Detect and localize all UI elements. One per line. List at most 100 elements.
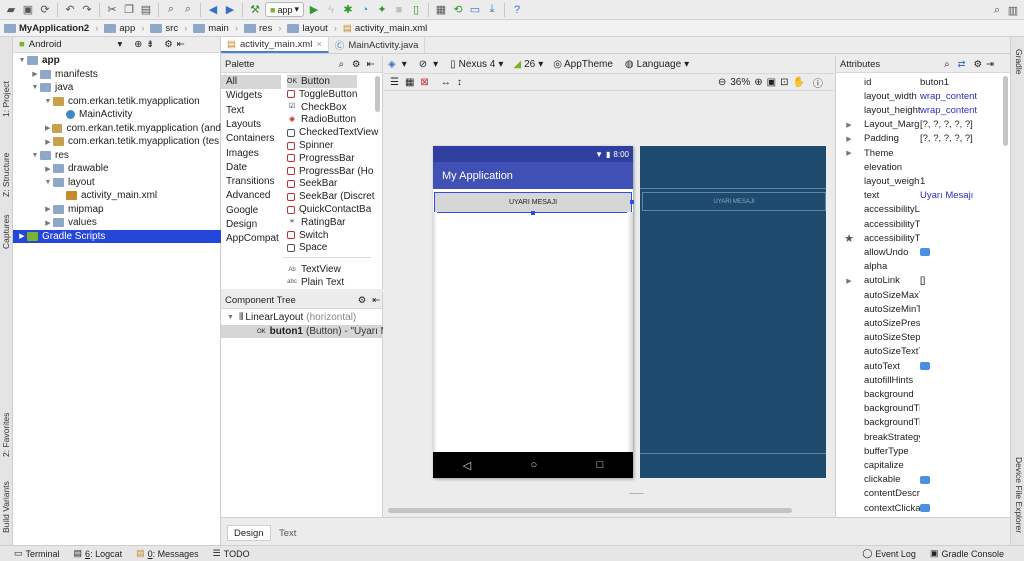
palette-item[interactable]: SeekBar (Discret xyxy=(287,190,375,203)
tree-item[interactable]: ▶ com.erkan.tetik.myapplication (tes xyxy=(13,135,221,149)
breadcrumb-item[interactable]: main › xyxy=(193,23,238,34)
selection-handle[interactable] xyxy=(630,200,634,204)
attribute-row[interactable]: contextClickable xyxy=(836,501,1002,515)
attribute-row[interactable]: breakStrategy xyxy=(836,430,1002,444)
attribute-row[interactable]: autofillHints xyxy=(836,373,1002,387)
tree-item[interactable]: ▼ java xyxy=(13,81,221,95)
attribute-row[interactable]: background xyxy=(836,387,1002,401)
attribute-value[interactable]: Uyarı Mesajı xyxy=(920,190,973,201)
palette-category[interactable]: Google xyxy=(226,204,258,218)
collapse-arrow-icon[interactable]: ▶ xyxy=(43,205,53,213)
flag-toggle-icon[interactable] xyxy=(920,504,930,513)
tool-window-gradle[interactable]: Gradle xyxy=(1014,49,1024,75)
expand-arrow-icon[interactable]: ▶ xyxy=(838,149,860,157)
tree-item[interactable]: activity_main.xml xyxy=(13,189,221,203)
save-icon[interactable]: ▣ xyxy=(21,3,35,17)
palette-category[interactable]: Transitions xyxy=(226,175,275,189)
attribute-value[interactable]: wrap_content xyxy=(920,105,977,116)
flag-toggle-icon[interactable] xyxy=(920,362,930,371)
zoom-in-icon[interactable]: ⊕ xyxy=(754,77,762,88)
gear-icon[interactable]: ⚙ xyxy=(358,295,367,306)
horizontal-scrollbar[interactable] xyxy=(388,508,792,513)
palette-item[interactable]: ToggleButton xyxy=(287,88,357,101)
tool-window-captures[interactable]: Captures xyxy=(1,215,11,250)
layers-icon[interactable]: ◈ xyxy=(388,59,396,70)
selection-handle[interactable] xyxy=(531,211,535,215)
toggle-view-icon[interactable]: ⇄ xyxy=(957,59,965,70)
attribute-row[interactable]: allowUndo xyxy=(836,245,1002,259)
attribute-row[interactable]: ▶ Theme xyxy=(836,146,1002,160)
zoom-out-icon[interactable]: ⊖ xyxy=(718,77,726,88)
horizontal-resize-icon[interactable]: ↔ xyxy=(441,77,451,88)
blueprint-preview[interactable]: UYARI MESAJI xyxy=(640,146,826,478)
expand-arrow-icon[interactable]: ▼ xyxy=(17,57,27,64)
tree-node-button[interactable]: OK buton1 (Button) - "Uyarı M xyxy=(221,325,383,338)
palette-category[interactable]: Layouts xyxy=(226,118,261,132)
zoom-actual-icon[interactable]: ⊡ xyxy=(780,77,788,88)
pan-hand-icon[interactable]: ✋ xyxy=(792,77,804,88)
attribute-row[interactable]: alpha xyxy=(836,260,1002,274)
attribute-row[interactable]: layout_height wrap_content xyxy=(836,103,1002,117)
back-nav-icon[interactable]: ◁ xyxy=(463,459,471,472)
attribute-row[interactable]: accessibilityLiveRegion xyxy=(836,203,1002,217)
paste-icon[interactable]: ▤ xyxy=(139,3,153,17)
tree-node-linearlayout[interactable]: ▼ ⦀ LinearLayout (horizontal) xyxy=(227,312,356,323)
device-icon[interactable]: ▯ xyxy=(409,3,423,17)
palette-category[interactable]: Text xyxy=(226,104,244,118)
tree-item[interactable]: ▶ com.erkan.tetik.myapplication (and xyxy=(13,122,221,136)
attribute-row[interactable]: ▶Layout_Margin[?, ?, ?, ?, ?] xyxy=(836,118,1002,132)
attribute-row[interactable]: capitalize xyxy=(836,458,1002,472)
breadcrumb-item[interactable]: ▤ activity_main.xml xyxy=(343,23,427,34)
palette-item[interactable]: Switch xyxy=(287,229,328,242)
palette-item[interactable]: QuickContactBa xyxy=(287,203,371,216)
attribute-row[interactable]: layout_weight 1 xyxy=(836,174,1002,188)
attribute-row[interactable]: bufferType xyxy=(836,444,1002,458)
logcat-tool[interactable]: ▤ 6: Logcat xyxy=(74,548,123,559)
avd-manager-icon[interactable]: ▭ xyxy=(468,3,482,17)
tab-activity-main[interactable]: ▤ activity_main.xml × xyxy=(221,37,329,53)
event-log-tool[interactable]: ◯ Event Log xyxy=(862,548,916,559)
breadcrumb-item[interactable]: app › xyxy=(104,23,144,34)
attribute-row[interactable]: autoText xyxy=(836,359,1002,373)
attribute-row[interactable]: accessibilityTraversal xyxy=(836,217,1002,231)
tool-window-favorites[interactable]: 2: Favorites xyxy=(1,413,11,457)
attribute-row[interactable]: autoSizeStepGranularity xyxy=(836,331,1002,345)
gradle-console-tool[interactable]: ▣ Gradle Console xyxy=(930,548,1004,559)
attribute-value[interactable]: [?, ?, ?, ?, ?] xyxy=(920,133,973,144)
flag-toggle-icon[interactable] xyxy=(920,248,930,257)
blueprint-button[interactable]: UYARI MESAJI xyxy=(642,192,826,211)
terminal-tool[interactable]: ▭ Terminal xyxy=(14,548,60,559)
hide-panel-icon[interactable]: ⇥ xyxy=(986,59,994,70)
tree-item[interactable]: ▼ res xyxy=(13,149,221,163)
copy-icon[interactable]: ❐ xyxy=(122,3,136,17)
preview-button[interactable]: UYARI MESAJI xyxy=(434,192,634,215)
tree-item[interactable]: ▶ Gradle Scripts xyxy=(13,229,221,243)
breadcrumb-item[interactable]: src › xyxy=(150,23,187,34)
project-structure-icon[interactable]: ▦ xyxy=(434,3,448,17)
attribute-row[interactable]: autoSizePresetSizes xyxy=(836,316,1002,330)
attach-debugger-icon[interactable]: ✦ xyxy=(375,3,389,17)
attribute-row[interactable]: clickable xyxy=(836,473,1002,487)
attribute-row[interactable]: contentDescription xyxy=(836,487,1002,501)
hide-panel-icon[interactable]: ⇤ xyxy=(177,39,185,50)
tab-main-activity[interactable]: Ⓒ MainActivity.java xyxy=(329,37,426,53)
debug-icon[interactable]: ✱ xyxy=(341,3,355,17)
palette-item[interactable]: SeekBar xyxy=(287,177,337,190)
device-select[interactable]: ▯ Nexus 4 ▾ xyxy=(450,59,503,70)
breadcrumb-item[interactable]: layout › xyxy=(287,23,337,34)
cut-icon[interactable]: ✂ xyxy=(105,3,119,17)
tree-item[interactable]: ▼ layout xyxy=(13,176,221,190)
palette-item[interactable]: ☑ CheckBox xyxy=(287,101,347,114)
tool-window-structure[interactable]: Z: Structure xyxy=(1,153,11,197)
palette-item[interactable]: ★ RatingBar xyxy=(287,216,346,229)
layout-icon[interactable]: ▥ xyxy=(1006,3,1020,17)
orientation-icon[interactable]: ⊘ xyxy=(419,59,427,70)
tree-item[interactable]: ▶ manifests xyxy=(13,68,221,82)
back-icon[interactable]: ◀ xyxy=(206,3,220,17)
messages-tool[interactable]: ▤ 0: Messages xyxy=(136,548,199,559)
chevron-down-icon[interactable]: ▾ xyxy=(118,39,123,50)
tab-text[interactable]: Text xyxy=(273,525,302,541)
fit-screen-icon[interactable]: ▣ xyxy=(767,77,776,88)
attribute-row[interactable]: ▶ Padding [?, ?, ?, ?, ?] xyxy=(836,132,1002,146)
palette-category[interactable]: Design xyxy=(226,218,257,232)
